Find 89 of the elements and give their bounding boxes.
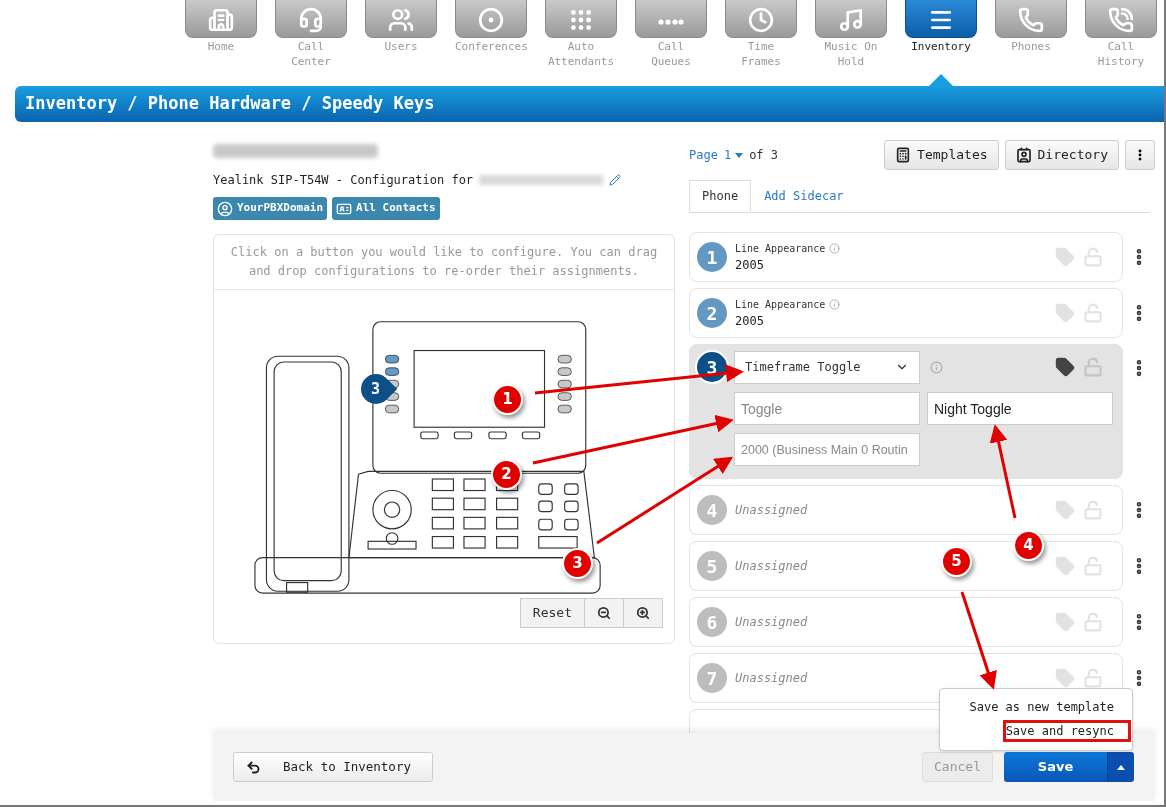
instruction-text: Click on a button you would like to configure. You can drag and drop configurations to re-order their assignments. <box>214 235 674 290</box>
calculator-icon <box>895 147 912 163</box>
menu-item[interactable]: Save and resync <box>1005 723 1128 739</box>
key-value: 2005 <box>735 256 765 274</box>
nav-tile[interactable] <box>545 0 617 38</box>
phone-call-icon <box>1108 7 1134 33</box>
nav-tile[interactable] <box>365 0 437 38</box>
nav-label: Time Frames <box>740 39 782 69</box>
tag-button[interactable]: All Contacts <box>332 197 440 220</box>
key-type-select[interactable]: Timeframe Toggle <box>734 350 920 384</box>
more-button[interactable] <box>1125 140 1155 170</box>
key-value: Unassigned <box>735 558 808 575</box>
nav-label: Call Queues <box>650 39 692 69</box>
nav-label: Users <box>383 39 419 54</box>
key-number: 7 <box>695 661 729 695</box>
nav-tile[interactable] <box>275 0 347 38</box>
dots-icon <box>658 19 684 25</box>
key-number: 2 <box>695 296 729 330</box>
toolbar-button[interactable]: Templates <box>884 140 999 170</box>
key-number: 6 <box>695 605 729 639</box>
zoom-out-icon <box>597 606 611 620</box>
nav-label: Music On Hold <box>823 39 879 69</box>
info-icon[interactable] <box>829 242 841 254</box>
key-type: Line Appearance <box>735 297 826 312</box>
key-value: Unassigned <box>735 614 808 631</box>
zoom-in-icon <box>636 606 650 620</box>
nav-tile[interactable] <box>185 0 257 38</box>
info-icon[interactable] <box>829 298 841 310</box>
tag-button[interactable]: YourPBXDomain <box>213 197 328 220</box>
edit-icon[interactable] <box>609 174 622 186</box>
key-card[interactable]: 1 Line Appearance 2005 <box>689 232 1123 282</box>
tab[interactable]: Phone <box>689 180 752 212</box>
key-number: 5 <box>695 549 729 583</box>
tab[interactable]: Add Sidecar <box>751 180 857 212</box>
users-icon <box>388 7 414 33</box>
page-title-bar: Inventory / Phone Hardware / Speedy Keys <box>15 86 1164 122</box>
contact-card-icon <box>1015 147 1032 163</box>
annotation-marker: 1 <box>492 384 523 415</box>
device-config-text: Yealink SIP-T54W - Configuration for <box>213 172 474 189</box>
user-circle-icon <box>217 200 233 217</box>
phone-icon <box>1018 7 1044 33</box>
key-value: Unassigned <box>735 502 808 519</box>
circle-dot-icon <box>478 7 504 33</box>
key-value: 2005 <box>735 312 765 330</box>
nav-label: Phones <box>1010 39 1052 54</box>
save-button[interactable]: Save <box>1004 752 1107 782</box>
key-type: Line Appearance <box>735 241 826 256</box>
page-count: of 3 <box>749 147 779 164</box>
annotation-marker: 3 <box>562 548 593 579</box>
nav-tile[interactable] <box>1085 0 1157 38</box>
dot-grid-icon <box>568 7 594 33</box>
headset-icon <box>298 7 324 33</box>
key-number: 4 <box>695 493 729 527</box>
key-number: 1 <box>695 240 729 274</box>
key-card[interactable]: 3 Timeframe Toggle Toggle Night Toggle 2000 (Business Main 0 Routin <box>689 344 1123 479</box>
save-menu-toggle[interactable] <box>1107 752 1134 782</box>
nav-tile[interactable] <box>815 0 887 38</box>
reset-button[interactable]: Reset <box>519 598 585 628</box>
nav-tile[interactable] <box>995 0 1067 38</box>
back-button[interactable]: Back to Inventory <box>233 752 433 782</box>
key-card[interactable]: 2 Line Appearance 2005 <box>689 288 1123 338</box>
building-icon <box>208 7 234 33</box>
tag-icon[interactable] <box>1055 357 1075 377</box>
zoom-out-button[interactable] <box>585 598 624 628</box>
caret-up-icon <box>1117 764 1125 770</box>
nav-label: Call History <box>1096 39 1146 69</box>
nav-tile[interactable] <box>635 0 707 38</box>
clock-icon <box>748 7 774 33</box>
input-field[interactable]: Night Toggle <box>927 392 1113 425</box>
nav-tile[interactable] <box>455 0 527 38</box>
page-label: Page <box>689 147 718 164</box>
nav-label: Home <box>206 39 236 54</box>
nav-tile[interactable] <box>725 0 797 38</box>
input-field[interactable]: Toggle <box>734 392 920 425</box>
nav-label: Conferences <box>455 39 527 54</box>
toolbar-button[interactable]: Directory <box>1004 140 1119 170</box>
info-icon[interactable] <box>930 360 943 374</box>
caret-icon <box>735 152 744 158</box>
nav-label: Call Center <box>290 39 332 69</box>
music-note-icon <box>838 7 864 33</box>
page-select[interactable]: 1 <box>723 146 744 164</box>
back-arrow-icon <box>246 759 261 775</box>
annotation-marker: 2 <box>491 459 522 490</box>
nav-tile[interactable] <box>905 0 977 38</box>
input-field[interactable]: 2000 (Business Main 0 Routin <box>734 433 920 466</box>
zoom-in-button[interactable] <box>624 598 663 628</box>
nav-label: Inventory <box>910 39 972 54</box>
key-value: Unassigned <box>735 670 808 687</box>
nav-label: Auto Attendants <box>546 39 616 69</box>
